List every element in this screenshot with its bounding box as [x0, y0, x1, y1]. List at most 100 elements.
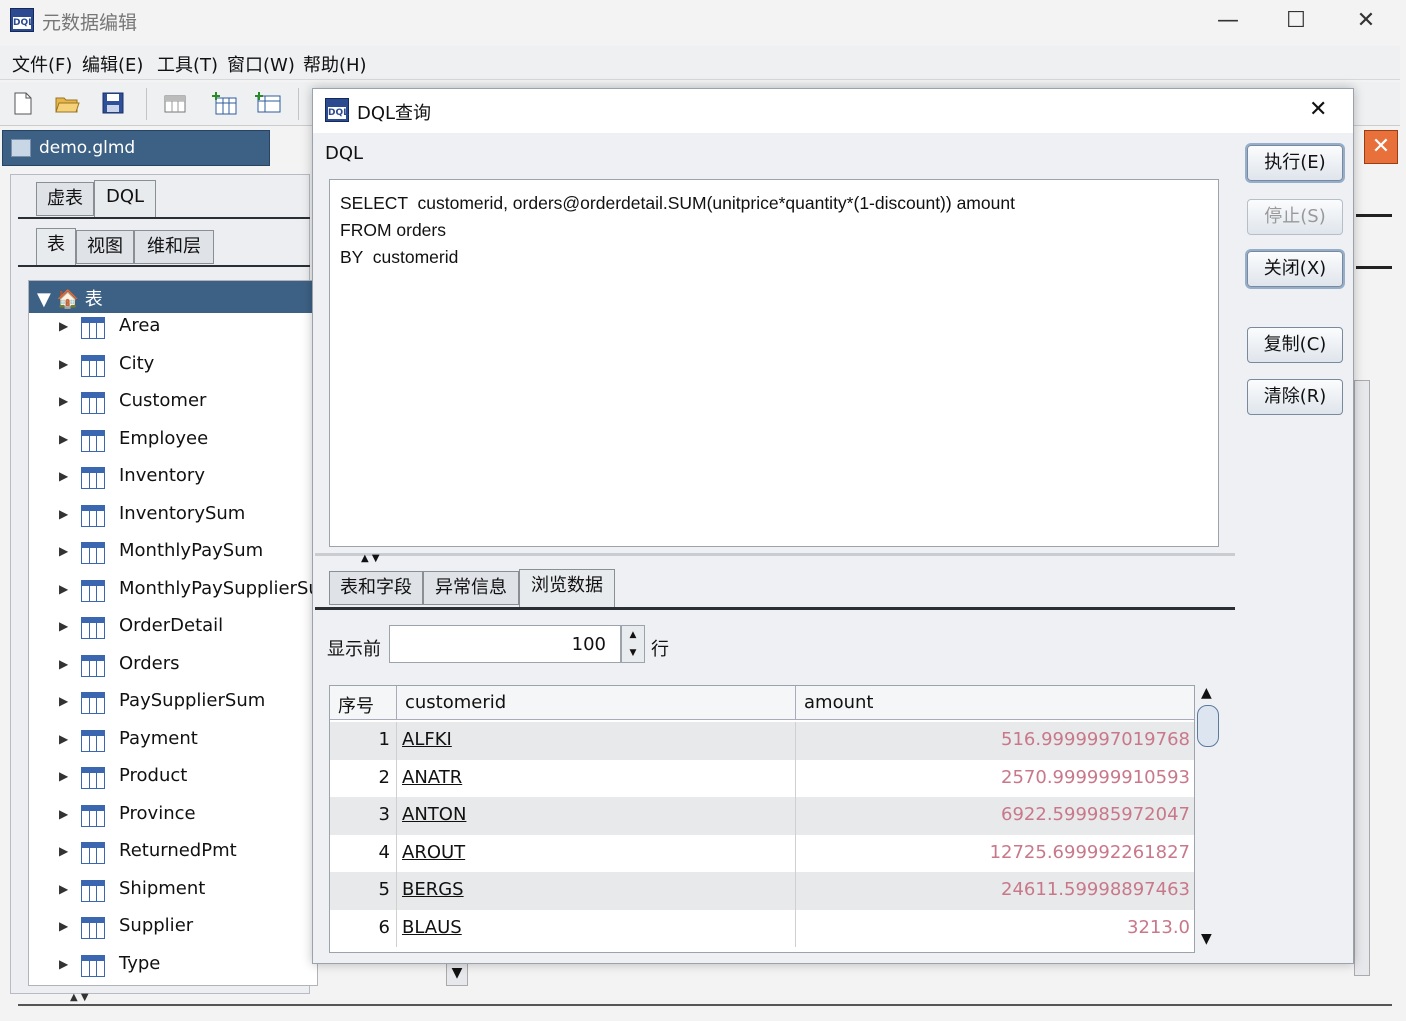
tree-item[interactable]: ▶ Employee — [29, 426, 319, 463]
tree-item[interactable]: ▶ MonthlyPaySupplierSum — [29, 576, 337, 613]
scroll-down-icon[interactable]: ▼ — [1201, 931, 1212, 947]
tab-views[interactable]: 视图 — [76, 230, 134, 264]
add-table-icon[interactable] — [162, 90, 188, 116]
tab-tables-fields[interactable]: 表和字段 — [329, 571, 423, 605]
maximize-button[interactable]: ☐ — [1276, 6, 1316, 36]
table-row[interactable]: 6 BLAUS 3213.0 — [330, 909, 1194, 947]
table-row[interactable]: 1 ALFKI 516.9999997019768 — [330, 722, 1194, 760]
expand-arrow-icon[interactable]: ▶ — [59, 732, 68, 746]
table-row[interactable]: 3 ANTON 6922.599985972047 — [330, 797, 1194, 835]
tab-dql[interactable]: DQL — [94, 180, 156, 218]
close-file-icon[interactable]: ✕ — [1364, 130, 1398, 164]
scroll-thumb[interactable] — [1197, 705, 1219, 747]
amount-cell: 24611.59998897463 — [1001, 879, 1190, 900]
tab-errors[interactable]: 异常信息 — [423, 571, 519, 605]
tree-item[interactable]: ▶ Customer — [29, 388, 319, 425]
split-arrows-icon[interactable]: ▲ ▼ — [361, 553, 380, 564]
split-arrows-icon[interactable]: ▲ ▼ — [70, 992, 89, 1003]
grid-scrollbar[interactable]: ▲ ▼ — [1197, 685, 1219, 953]
execute-button[interactable]: 执行(E) — [1247, 145, 1343, 181]
expand-arrow-icon[interactable]: ▶ — [59, 544, 68, 558]
row-count-input[interactable]: 100 — [389, 625, 621, 663]
customerid-cell[interactable]: ANATR — [402, 767, 462, 788]
tree-item[interactable]: ▶ Shipment — [29, 876, 319, 913]
column-header-customerid[interactable]: customerid — [397, 686, 796, 720]
expand-arrow-icon[interactable]: ▶ — [59, 319, 68, 333]
customerid-cell[interactable]: AROUT — [402, 842, 465, 863]
open-folder-icon[interactable] — [54, 90, 80, 116]
dql-editor[interactable]: SELECT customerid, orders@orderdetail.SU… — [329, 179, 1219, 547]
tree-item-label: Payment — [119, 727, 198, 749]
tree-item[interactable]: ▶ Province — [29, 801, 319, 838]
tree-item[interactable]: ▶ InventorySum — [29, 501, 319, 538]
table-row[interactable]: 5 BERGS 24611.59998897463 — [330, 872, 1194, 910]
file-tab-demo[interactable]: demo.glmd — [2, 130, 270, 166]
table-properties-icon[interactable] — [254, 90, 281, 116]
tree-item[interactable]: ▶ Type — [29, 951, 319, 988]
stop-button[interactable]: 停止(S) — [1247, 199, 1343, 235]
tab-dimensions[interactable]: 维和层 — [134, 230, 214, 264]
tree-item[interactable]: ▶ Orders — [29, 651, 319, 688]
tree-item[interactable]: ▶ ReturnedPmt — [29, 838, 319, 875]
expand-arrow-icon[interactable]: ▶ — [59, 882, 68, 896]
tab-browse-data[interactable]: 浏览数据 — [519, 569, 615, 607]
clear-button[interactable]: 清除(R) — [1247, 379, 1343, 415]
customerid-cell[interactable]: BERGS — [402, 879, 464, 900]
menu-file[interactable]: 文件(F) — [12, 51, 72, 77]
scroll-up-icon[interactable]: ▲ — [1201, 685, 1212, 701]
customerid-cell[interactable]: BLAUS — [402, 917, 462, 938]
tree-item[interactable]: ▶ Area — [29, 313, 319, 350]
dialog-close-icon[interactable]: ✕ — [1309, 97, 1327, 122]
menu-window[interactable]: 窗口(W) — [227, 51, 295, 77]
customerid-cell[interactable]: ANTON — [402, 804, 466, 825]
splitter[interactable] — [315, 553, 1235, 556]
expand-arrow-icon[interactable]: ▶ — [59, 807, 68, 821]
expand-arrow-icon[interactable]: ▶ — [59, 957, 68, 971]
table-row[interactable]: 2 ANATR 2570.999999910593 — [330, 759, 1194, 797]
column-header-index[interactable]: 序号 — [330, 686, 397, 720]
tree-item-label: Inventory — [119, 465, 205, 486]
save-icon[interactable] — [100, 90, 126, 116]
table-icon — [81, 579, 105, 602]
tree-item[interactable]: ▶ Payment — [29, 726, 319, 763]
new-table-icon[interactable] — [210, 90, 237, 116]
tree-item[interactable]: ▶ Supplier — [29, 913, 319, 950]
expand-arrow-icon[interactable]: ▶ — [59, 657, 68, 671]
tree-root[interactable]: ▼ 🏠 表 — [29, 281, 313, 313]
copy-button[interactable]: 复制(C) — [1247, 327, 1343, 363]
background-scrollbar[interactable] — [1354, 380, 1370, 976]
menu-help[interactable]: 帮助(H) — [303, 51, 367, 77]
expand-arrow-icon[interactable]: ▶ — [59, 769, 68, 783]
column-header-amount[interactable]: amount — [796, 686, 1194, 720]
customerid-cell[interactable]: ALFKI — [402, 729, 452, 750]
table-row[interactable]: 4 AROUT 12725.699992261827 — [330, 834, 1194, 872]
tree-item[interactable]: ▶ OrderDetail — [29, 613, 319, 650]
expand-arrow-icon[interactable]: ▶ — [59, 694, 68, 708]
tree-item[interactable]: ▶ Inventory — [29, 463, 319, 500]
menu-tools[interactable]: 工具(T) — [157, 51, 218, 77]
tree-item[interactable]: ▶ MonthlyPaySum — [29, 538, 319, 575]
collapse-arrow-icon[interactable]: ▼ — [37, 289, 51, 310]
row-count-spinner[interactable]: ▲ ▼ — [621, 625, 645, 663]
tree-item[interactable]: ▶ PaySupplierSum — [29, 688, 319, 725]
new-file-icon[interactable] — [10, 90, 36, 116]
menu-edit[interactable]: 编辑(E) — [82, 51, 143, 77]
close-button[interactable]: 关闭(X) — [1247, 251, 1343, 287]
expand-arrow-icon[interactable]: ▶ — [59, 357, 68, 371]
expand-arrow-icon[interactable]: ▶ — [59, 432, 68, 446]
expand-arrow-icon[interactable]: ▶ — [59, 582, 68, 596]
tree-item-label: MonthlyPaySum — [119, 540, 264, 561]
expand-arrow-icon[interactable]: ▶ — [59, 507, 68, 521]
minimize-button[interactable]: — — [1208, 6, 1248, 36]
tab-tables[interactable]: 表 — [36, 228, 76, 266]
expand-arrow-icon[interactable]: ▶ — [59, 844, 68, 858]
expand-arrow-icon[interactable]: ▶ — [59, 469, 68, 483]
tree-item[interactable]: ▶ Product — [29, 763, 319, 800]
expand-arrow-icon[interactable]: ▶ — [59, 394, 68, 408]
amount-cell: 12725.699992261827 — [989, 841, 1190, 863]
tab-virtual-table[interactable]: 虚表 — [36, 182, 94, 216]
tree-item[interactable]: ▶ City — [29, 351, 319, 388]
close-window-button[interactable]: ✕ — [1346, 6, 1386, 36]
expand-arrow-icon[interactable]: ▶ — [59, 619, 68, 633]
expand-arrow-icon[interactable]: ▶ — [59, 919, 68, 933]
